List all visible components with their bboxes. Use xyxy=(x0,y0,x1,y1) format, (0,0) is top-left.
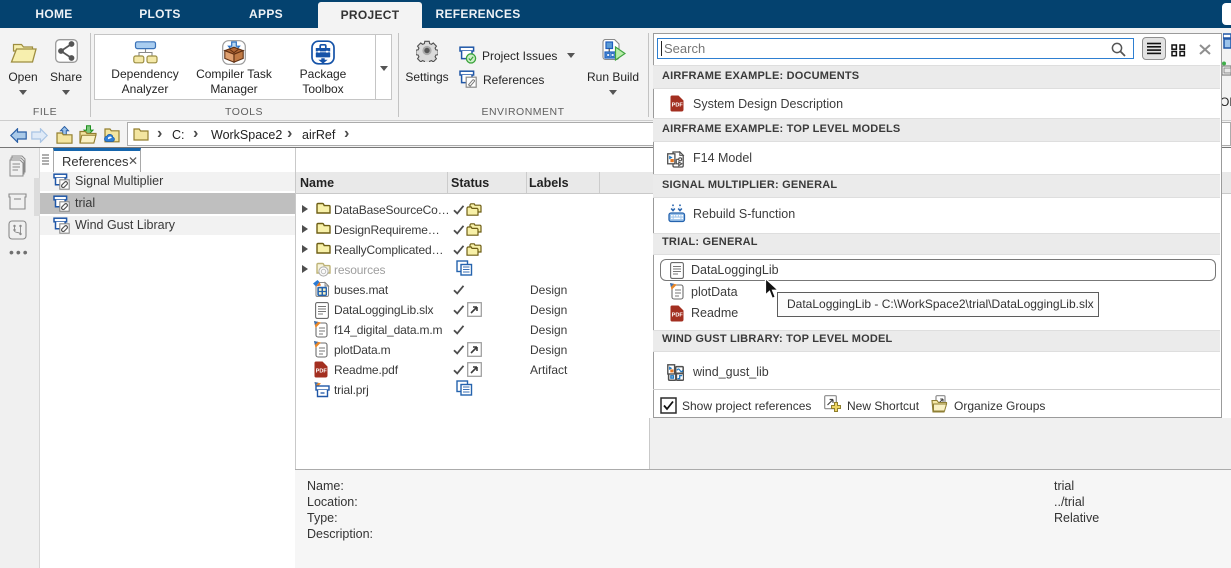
svg-text:PDF: PDF xyxy=(672,103,684,109)
svg-text:PDF: PDF xyxy=(672,313,684,319)
